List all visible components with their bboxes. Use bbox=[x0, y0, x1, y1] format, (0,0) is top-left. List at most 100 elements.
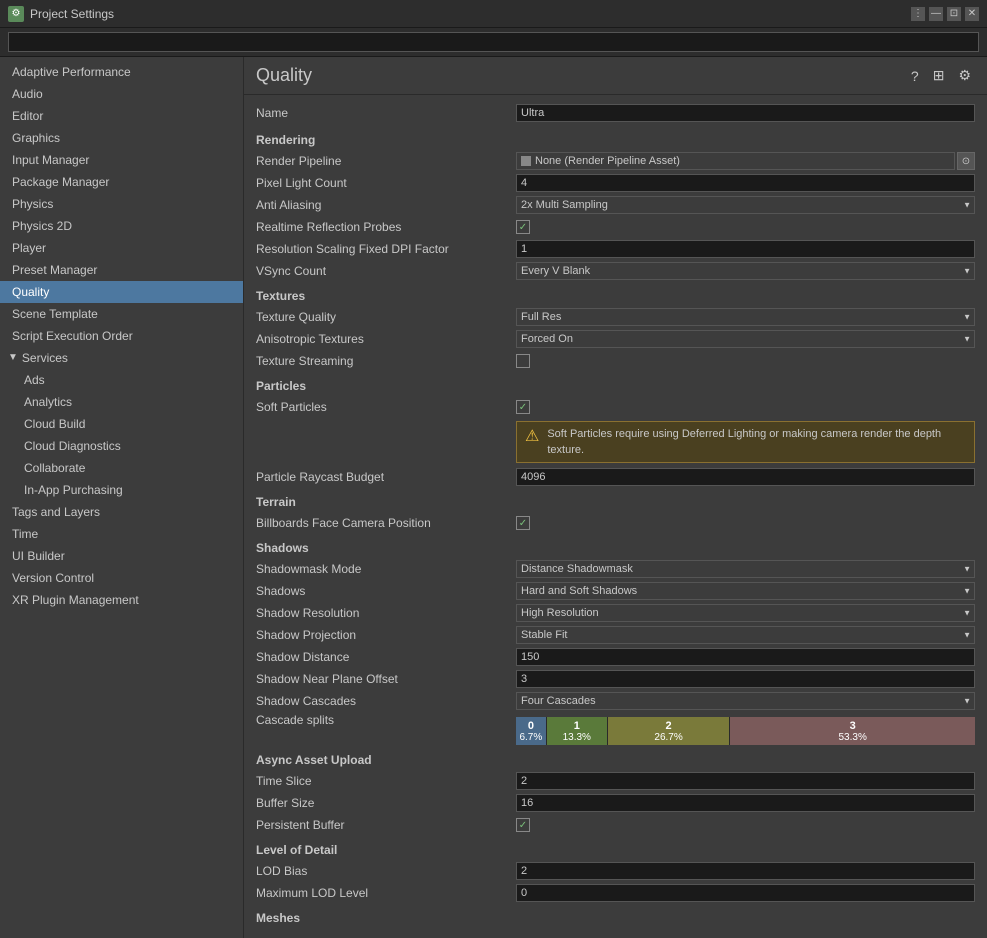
cascade-1-pct: 13.3% bbox=[563, 732, 591, 743]
sidebar-item-quality[interactable]: Quality bbox=[0, 281, 243, 303]
shadow-resolution-select-wrapper[interactable]: High Resolution Low Resolution Medium Re… bbox=[516, 604, 975, 622]
sidebar-item-cloud-build[interactable]: Cloud Build bbox=[0, 413, 243, 435]
sidebar-item-script-execution-order[interactable]: Script Execution Order bbox=[0, 325, 243, 347]
maximize-button[interactable]: ⊡ bbox=[947, 7, 961, 21]
shadow-projection-select-wrapper[interactable]: Stable Fit Close Fit bbox=[516, 626, 975, 644]
shadow-near-plane-offset-input[interactable] bbox=[516, 670, 975, 688]
sidebar-item-scene-template[interactable]: Scene Template bbox=[0, 303, 243, 325]
cascade-bar[interactable]: 0 6.7% 1 13.3% 2 26.7% 3 bbox=[516, 717, 975, 745]
sidebar-item-audio[interactable]: Audio bbox=[0, 83, 243, 105]
cascade-segment-1[interactable]: 1 13.3% bbox=[547, 717, 608, 745]
shadows-heading: Shadows bbox=[256, 541, 975, 555]
lod-bias-input[interactable] bbox=[516, 862, 975, 880]
anisotropic-textures-label: Anisotropic Textures bbox=[256, 332, 516, 346]
shadowmask-mode-label: Shadowmask Mode bbox=[256, 562, 516, 576]
render-pipeline-file-icon bbox=[521, 156, 531, 166]
particle-raycast-budget-input[interactable] bbox=[516, 468, 975, 486]
async-asset-upload-heading: Async Asset Upload bbox=[256, 753, 975, 767]
anisotropic-textures-select[interactable]: Forced On Disabled Per Texture bbox=[516, 330, 975, 348]
persistent-buffer-checkbox[interactable]: ✓ bbox=[516, 818, 530, 832]
settings-icon-button[interactable]: ⚙ bbox=[954, 65, 975, 86]
help-button[interactable]: ? bbox=[907, 66, 923, 86]
sidebar-item-graphics[interactable]: Graphics bbox=[0, 127, 243, 149]
shadows-select-wrapper[interactable]: Hard and Soft Shadows Hard Shadows Only … bbox=[516, 582, 975, 600]
shadows-select[interactable]: Hard and Soft Shadows Hard Shadows Only … bbox=[516, 582, 975, 600]
shadow-resolution-select[interactable]: High Resolution Low Resolution Medium Re… bbox=[516, 604, 975, 622]
sidebar: Adaptive Performance Audio Editor Graphi… bbox=[0, 57, 244, 938]
anisotropic-textures-select-wrapper[interactable]: Forced On Disabled Per Texture bbox=[516, 330, 975, 348]
sidebar-item-player[interactable]: Player bbox=[0, 237, 243, 259]
more-button[interactable]: ⋮ bbox=[911, 7, 925, 21]
minimize-button[interactable]: — bbox=[929, 7, 943, 21]
anti-aliasing-row: Anti Aliasing 2x Multi Sampling Disabled… bbox=[256, 195, 975, 215]
anti-aliasing-select[interactable]: 2x Multi Sampling Disabled 4x Multi Samp… bbox=[516, 196, 975, 214]
pixel-light-count-input[interactable] bbox=[516, 174, 975, 192]
buffer-size-input[interactable] bbox=[516, 794, 975, 812]
level-of-detail-heading: Level of Detail bbox=[256, 843, 975, 857]
sidebar-item-tags-and-layers[interactable]: Tags and Layers bbox=[0, 501, 243, 523]
shadowmask-mode-select[interactable]: Distance Shadowmask Shadowmask bbox=[516, 560, 975, 578]
close-button[interactable]: ✕ bbox=[965, 7, 979, 21]
texture-quality-select[interactable]: Full Res Half Res Quarter Res Eighth Res bbox=[516, 308, 975, 326]
sidebar-item-package-manager[interactable]: Package Manager bbox=[0, 171, 243, 193]
anti-aliasing-label: Anti Aliasing bbox=[256, 198, 516, 212]
shadowmask-mode-select-wrapper[interactable]: Distance Shadowmask Shadowmask bbox=[516, 560, 975, 578]
cascade-2-num: 2 bbox=[666, 720, 672, 732]
sidebar-item-physics-2d[interactable]: Physics 2D bbox=[0, 215, 243, 237]
billboards-checkbox[interactable]: ✓ bbox=[516, 516, 530, 530]
texture-streaming-label: Texture Streaming bbox=[256, 354, 516, 368]
soft-particles-label: Soft Particles bbox=[256, 400, 516, 414]
sidebar-item-adaptive-performance[interactable]: Adaptive Performance bbox=[0, 61, 243, 83]
sidebar-item-ads[interactable]: Ads bbox=[0, 369, 243, 391]
name-input[interactable] bbox=[516, 104, 975, 122]
vsync-count-select[interactable]: Every V Blank Don't Sync Every Second V … bbox=[516, 262, 975, 280]
sidebar-item-cloud-diagnostics[interactable]: Cloud Diagnostics bbox=[0, 435, 243, 457]
sidebar-item-ui-builder[interactable]: UI Builder bbox=[0, 545, 243, 567]
shadow-distance-input[interactable] bbox=[516, 648, 975, 666]
vsync-count-select-wrapper[interactable]: Every V Blank Don't Sync Every Second V … bbox=[516, 262, 975, 280]
sidebar-item-time[interactable]: Time bbox=[0, 523, 243, 545]
time-slice-input[interactable] bbox=[516, 772, 975, 790]
sidebar-item-xr-plugin-management[interactable]: XR Plugin Management bbox=[0, 589, 243, 611]
texture-quality-select-wrapper[interactable]: Full Res Half Res Quarter Res Eighth Res bbox=[516, 308, 975, 326]
cascade-segment-2[interactable]: 2 26.7% bbox=[608, 717, 731, 745]
shadow-cascades-select-wrapper[interactable]: Four Cascades No Cascades Two Cascades bbox=[516, 692, 975, 710]
shadow-resolution-label: Shadow Resolution bbox=[256, 606, 516, 620]
sidebar-item-collaborate[interactable]: Collaborate bbox=[0, 457, 243, 479]
sidebar-item-editor[interactable]: Editor bbox=[0, 105, 243, 127]
sidebar-item-physics[interactable]: Physics bbox=[0, 193, 243, 215]
sidebar-item-preset-manager[interactable]: Preset Manager bbox=[0, 259, 243, 281]
sidebar-item-analytics[interactable]: Analytics bbox=[0, 391, 243, 413]
content-scroll: Name Rendering Render Pipeline None (Ren… bbox=[244, 95, 987, 924]
shadow-projection-row: Shadow Projection Stable Fit Close Fit bbox=[256, 625, 975, 645]
shadow-cascades-select[interactable]: Four Cascades No Cascades Two Cascades bbox=[516, 692, 975, 710]
persistent-buffer-row: Persistent Buffer ✓ bbox=[256, 815, 975, 835]
particles-heading: Particles bbox=[256, 379, 975, 393]
resolution-scaling-input[interactable] bbox=[516, 240, 975, 258]
name-label: Name bbox=[256, 106, 516, 120]
sidebar-item-version-control[interactable]: Version Control bbox=[0, 567, 243, 589]
texture-streaming-checkbox[interactable] bbox=[516, 354, 530, 368]
shadows-label: Shadows bbox=[256, 584, 516, 598]
max-lod-level-input[interactable] bbox=[516, 884, 975, 902]
vsync-count-row: VSync Count Every V Blank Don't Sync Eve… bbox=[256, 261, 975, 281]
cascade-segment-0[interactable]: 0 6.7% bbox=[516, 717, 547, 745]
sidebar-item-services[interactable]: ▼ Services bbox=[0, 347, 243, 369]
realtime-reflection-probes-checkbox[interactable]: ✓ bbox=[516, 220, 530, 234]
layout-button[interactable]: ⊞ bbox=[929, 65, 949, 86]
shadow-resolution-row: Shadow Resolution High Resolution Low Re… bbox=[256, 603, 975, 623]
soft-particles-checkbox[interactable]: ✓ bbox=[516, 400, 530, 414]
sidebar-item-input-manager[interactable]: Input Manager bbox=[0, 149, 243, 171]
anti-aliasing-select-wrapper[interactable]: 2x Multi Sampling Disabled 4x Multi Samp… bbox=[516, 196, 975, 214]
rendering-heading: Rendering bbox=[256, 133, 975, 147]
render-pipeline-select-btn[interactable]: ⊙ bbox=[957, 152, 975, 170]
cascade-splits-label: Cascade splits bbox=[256, 713, 516, 727]
header-icons: ? ⊞ ⚙ bbox=[907, 65, 975, 86]
shadow-projection-select[interactable]: Stable Fit Close Fit bbox=[516, 626, 975, 644]
cascade-segment-3[interactable]: 3 53.3% bbox=[730, 717, 975, 745]
realtime-reflection-probes-row: Realtime Reflection Probes ✓ bbox=[256, 217, 975, 237]
sidebar-item-in-app-purchasing[interactable]: In-App Purchasing bbox=[0, 479, 243, 501]
shadows-row: Shadows Hard and Soft Shadows Hard Shado… bbox=[256, 581, 975, 601]
search-input[interactable] bbox=[8, 32, 979, 52]
title-bar: ⚙ Project Settings ⋮ — ⊡ ✕ bbox=[0, 0, 987, 28]
